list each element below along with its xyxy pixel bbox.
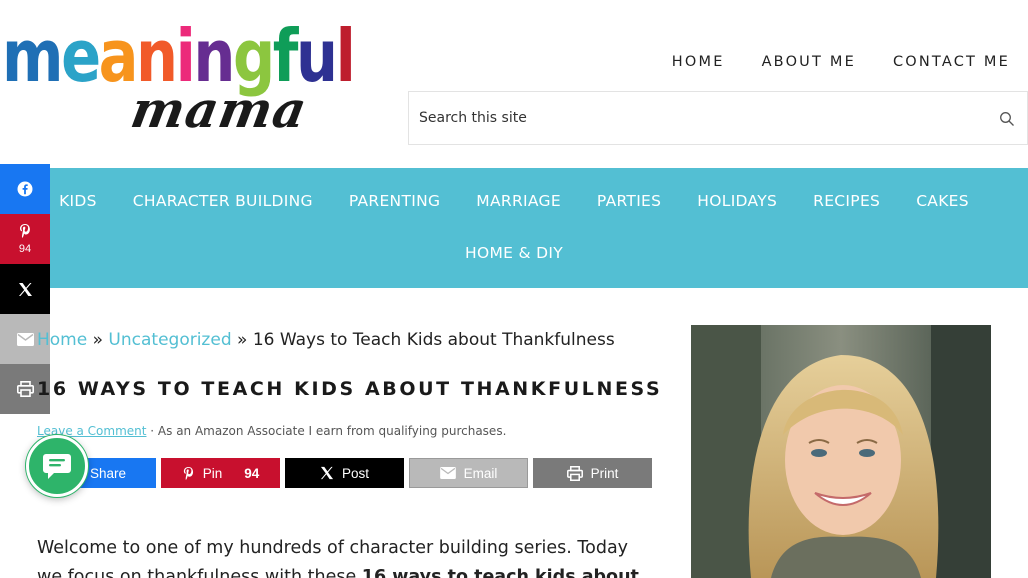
email-icon — [439, 467, 456, 479]
search-input[interactable] — [419, 92, 979, 144]
x-post-button[interactable]: Post — [285, 458, 404, 488]
share-buttons: Share Pin 94 Post Email Print — [37, 458, 652, 488]
nav-holidays[interactable]: HOLIDAYS — [697, 192, 777, 210]
nav-cakes[interactable]: CAKES — [916, 192, 969, 210]
email-share-label: Email — [463, 465, 498, 481]
pinterest-icon — [20, 224, 30, 238]
chat-icon — [43, 454, 71, 479]
main-navigation: KIDS CHARACTER BUILDING PARENTING MARRIA… — [0, 168, 1028, 288]
affiliate-disclosure: · As an Amazon Associate I earn from qua… — [146, 424, 507, 438]
print-label: Print — [590, 465, 619, 481]
nav-kids[interactable]: KIDS — [59, 192, 97, 210]
nav-parenting[interactable]: PARENTING — [349, 192, 440, 210]
intro-bold-text: 16 ways to teach kids about — [361, 567, 639, 578]
nav-home-diy[interactable]: HOME & DIY — [465, 244, 563, 262]
print-button[interactable]: Print — [533, 458, 652, 488]
post-meta: Leave a Comment · As an Amazon Associate… — [37, 424, 506, 438]
logo-subtitle: mama — [126, 80, 312, 139]
facebook-share-side[interactable] — [0, 164, 50, 214]
logo-letter: l — [335, 14, 356, 98]
site-logo[interactable]: meaningful mama — [0, 14, 356, 139]
pinterest-share-side[interactable]: 94 — [0, 214, 50, 264]
main-nav-row: KIDS CHARACTER BUILDING PARENTING MARRIA… — [0, 192, 1028, 210]
intro-paragraph: Welcome to one of my hundreds of charact… — [37, 534, 647, 578]
author-photo — [691, 325, 991, 578]
nav-marriage[interactable]: MARRIAGE — [476, 192, 561, 210]
breadcrumb-current: 16 Ways to Teach Kids about Thankfulness — [252, 330, 615, 350]
logo-letter: a — [98, 14, 139, 98]
nav-about-me[interactable]: ABOUT ME — [762, 54, 856, 70]
author-portrait-image — [691, 325, 991, 578]
search-box — [408, 91, 1028, 145]
x-icon — [320, 466, 334, 480]
nav-parties[interactable]: PARTIES — [597, 192, 661, 210]
x-share-side[interactable] — [0, 264, 50, 314]
print-icon — [566, 465, 583, 481]
x-icon — [18, 282, 32, 296]
nav-recipes[interactable]: RECIPES — [813, 192, 880, 210]
pinterest-pin-label: Pin — [202, 465, 223, 481]
floating-share-bar: 94 — [0, 164, 50, 414]
page-title: 16 WAYS TO TEACH KIDS ABOUT THANKFULNESS — [37, 378, 663, 400]
pinterest-count: 94 — [244, 465, 260, 481]
top-navigation: HOME ABOUT ME CONTACT ME — [672, 54, 1010, 70]
breadcrumb-separator: » — [237, 330, 248, 350]
pinterest-count-side: 94 — [18, 243, 32, 255]
pinterest-pin-button[interactable]: Pin 94 — [161, 458, 280, 488]
x-post-label: Post — [341, 465, 369, 481]
breadcrumb-separator: » — [92, 330, 104, 350]
nav-character-building[interactable]: CHARACTER BUILDING — [133, 192, 313, 210]
email-share-button[interactable]: Email — [409, 458, 528, 488]
main-nav-row: HOME & DIY — [0, 244, 1028, 262]
chat-widget-button[interactable] — [26, 435, 88, 497]
email-icon — [16, 332, 34, 346]
logo-letter: e — [61, 14, 101, 98]
search-icon[interactable] — [999, 111, 1015, 127]
facebook-share-label: Share — [89, 465, 127, 481]
pinterest-icon — [183, 466, 193, 480]
facebook-icon — [17, 181, 33, 197]
breadcrumb: Home » Uncategorized » 16 Ways to Teach … — [37, 330, 615, 350]
logo-letter: m — [2, 14, 64, 98]
nav-contact-me[interactable]: CONTACT ME — [893, 54, 1010, 70]
breadcrumb-category[interactable]: Uncategorized — [108, 330, 231, 350]
print-icon — [16, 381, 34, 397]
breadcrumb-home[interactable]: Home — [37, 330, 87, 350]
nav-home[interactable]: HOME — [672, 54, 725, 70]
